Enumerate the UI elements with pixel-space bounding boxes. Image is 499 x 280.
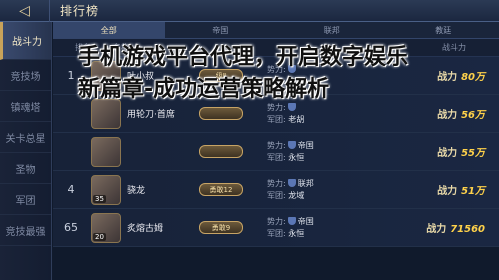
rank-badge: 勇敢9 [199,221,243,234]
player-name: 骁龙 [127,186,146,196]
rank-badge [199,145,243,158]
table-row-self[interactable]: 65 20 炙熔古姆 勇敢9 势力: 帝国 军团: 永恒 战力 71560 [53,209,499,247]
page-title: 排行榜 [60,4,100,18]
rank-badge: 勇敢12 [199,183,243,196]
power-value: 战力 51万 [437,182,485,197]
player-info: 势力: 帝国 军团: 永恒 [267,216,314,240]
power-number: 55万 [461,148,485,159]
table-row[interactable]: 用轮刀·首席 势力: 军团: 老胡 战力 56万 [53,95,499,133]
back-arrow-icon: ◁ [19,2,30,19]
top-bar: ◁ 排行榜 [0,0,499,22]
sidebar-item-power[interactable]: 战斗力 [0,22,51,60]
player-name: 用轮刀·首席 [127,110,175,120]
ranking-panel: 全部 帝国 联邦 教廷 排名 名称 战斗力 1 叶小叔 级Ⅱ 势力: 军团: 永… [53,22,499,280]
level-label: 35 [93,194,106,203]
power-value: 战力 55万 [437,144,485,159]
player-info: 势力: 帝国 军团: 永恒 [267,140,314,164]
power-value: 战力 80万 [437,68,485,83]
table-row[interactable]: 4 35 骁龙 勇敢12 势力: 联邦 军团: 龙域 战力 51万 [53,171,499,209]
player-name: 叶小叔 [127,72,155,82]
power-number: 80万 [461,72,485,83]
shield-icon [287,140,296,149]
sidebar-item-arena-best[interactable]: 竞技最强 [0,215,51,246]
shield-icon [287,178,296,187]
guild-key: 军团: [267,114,286,124]
tab-federation[interactable]: 联邦 [276,22,388,38]
shield-icon [287,64,296,73]
guild-key: 军团: [267,76,286,86]
sidebar-item-arena[interactable]: 竞技场 [0,60,51,91]
sidebar-item-relic[interactable]: 圣物 [0,153,51,184]
camp-value: 帝国 [297,140,314,150]
level-label: 20 [93,232,106,241]
player-name: 炙熔古姆 [127,224,164,234]
tab-all[interactable]: 全部 [53,22,165,38]
camp-key: 势力: [267,64,286,74]
camp-key: 势力: [267,216,286,226]
avatar[interactable] [91,136,121,167]
camp-value: 帝国 [297,216,314,226]
power-number: 71560 [450,224,485,235]
guild-value: 永恒 [288,228,305,238]
faction-tabs: 全部 帝国 联邦 教廷 [53,22,499,39]
guild-value: 老胡 [288,114,305,124]
tab-empire[interactable]: 帝国 [165,22,277,38]
shield-icon [287,102,296,111]
guild-value: 永恒 [288,76,305,86]
rank-badge [199,107,243,120]
camp-value: 联邦 [297,178,314,188]
avatar[interactable]: 20 [91,212,121,243]
sidebar: 战斗力 竞技场 镇魂塔 关卡总星 圣物 军团 竞技最强 [0,22,52,280]
power-key: 战力 [426,224,447,235]
guild-value: 龙域 [288,190,305,200]
avatar[interactable]: 35 [91,174,121,205]
tab-church[interactable]: 教廷 [388,22,499,38]
power-value: 战力 71560 [426,220,485,235]
guild-value: 永恒 [288,152,305,162]
player-info: 势力: 军团: 永恒 [267,64,304,88]
table-row[interactable]: 1 叶小叔 级Ⅱ 势力: 军团: 永恒 战力 80万 [53,57,499,95]
column-header: 排名 名称 战斗力 [53,39,499,57]
power-key: 战力 [437,72,458,83]
sidebar-item-legion[interactable]: 军团 [0,184,51,215]
rank-number: 1 [67,69,75,82]
rank-number: 4 [67,183,75,196]
avatar[interactable] [91,98,121,129]
sidebar-item-stars[interactable]: 关卡总星 [0,122,51,153]
sidebar-item-tower[interactable]: 镇魂塔 [0,91,51,122]
camp-key: 势力: [267,102,286,112]
guild-key: 军团: [267,228,286,238]
col-power: 战斗力 [442,43,466,52]
power-number: 56万 [461,110,485,121]
back-button[interactable]: ◁ [0,0,50,22]
col-name: 名称 [113,43,129,52]
camp-key: 势力: [267,140,286,150]
power-key: 战力 [437,110,458,121]
col-rank: 排名 [75,43,91,52]
power-value: 战力 56万 [437,106,485,121]
camp-key: 势力: [267,178,286,188]
rank-badge: 级Ⅱ [199,69,243,82]
power-key: 战力 [437,186,458,197]
power-number: 51万 [461,186,485,197]
table-row[interactable]: 势力: 帝国 军团: 永恒 战力 55万 [53,133,499,171]
rank-number: 65 [64,221,78,234]
guild-key: 军团: [267,152,286,162]
shield-icon [287,216,296,225]
player-info: 势力: 联邦 军团: 龙域 [267,178,314,202]
power-key: 战力 [437,148,458,159]
avatar[interactable] [91,60,121,91]
guild-key: 军团: [267,190,286,200]
player-info: 势力: 军团: 老胡 [267,102,304,126]
